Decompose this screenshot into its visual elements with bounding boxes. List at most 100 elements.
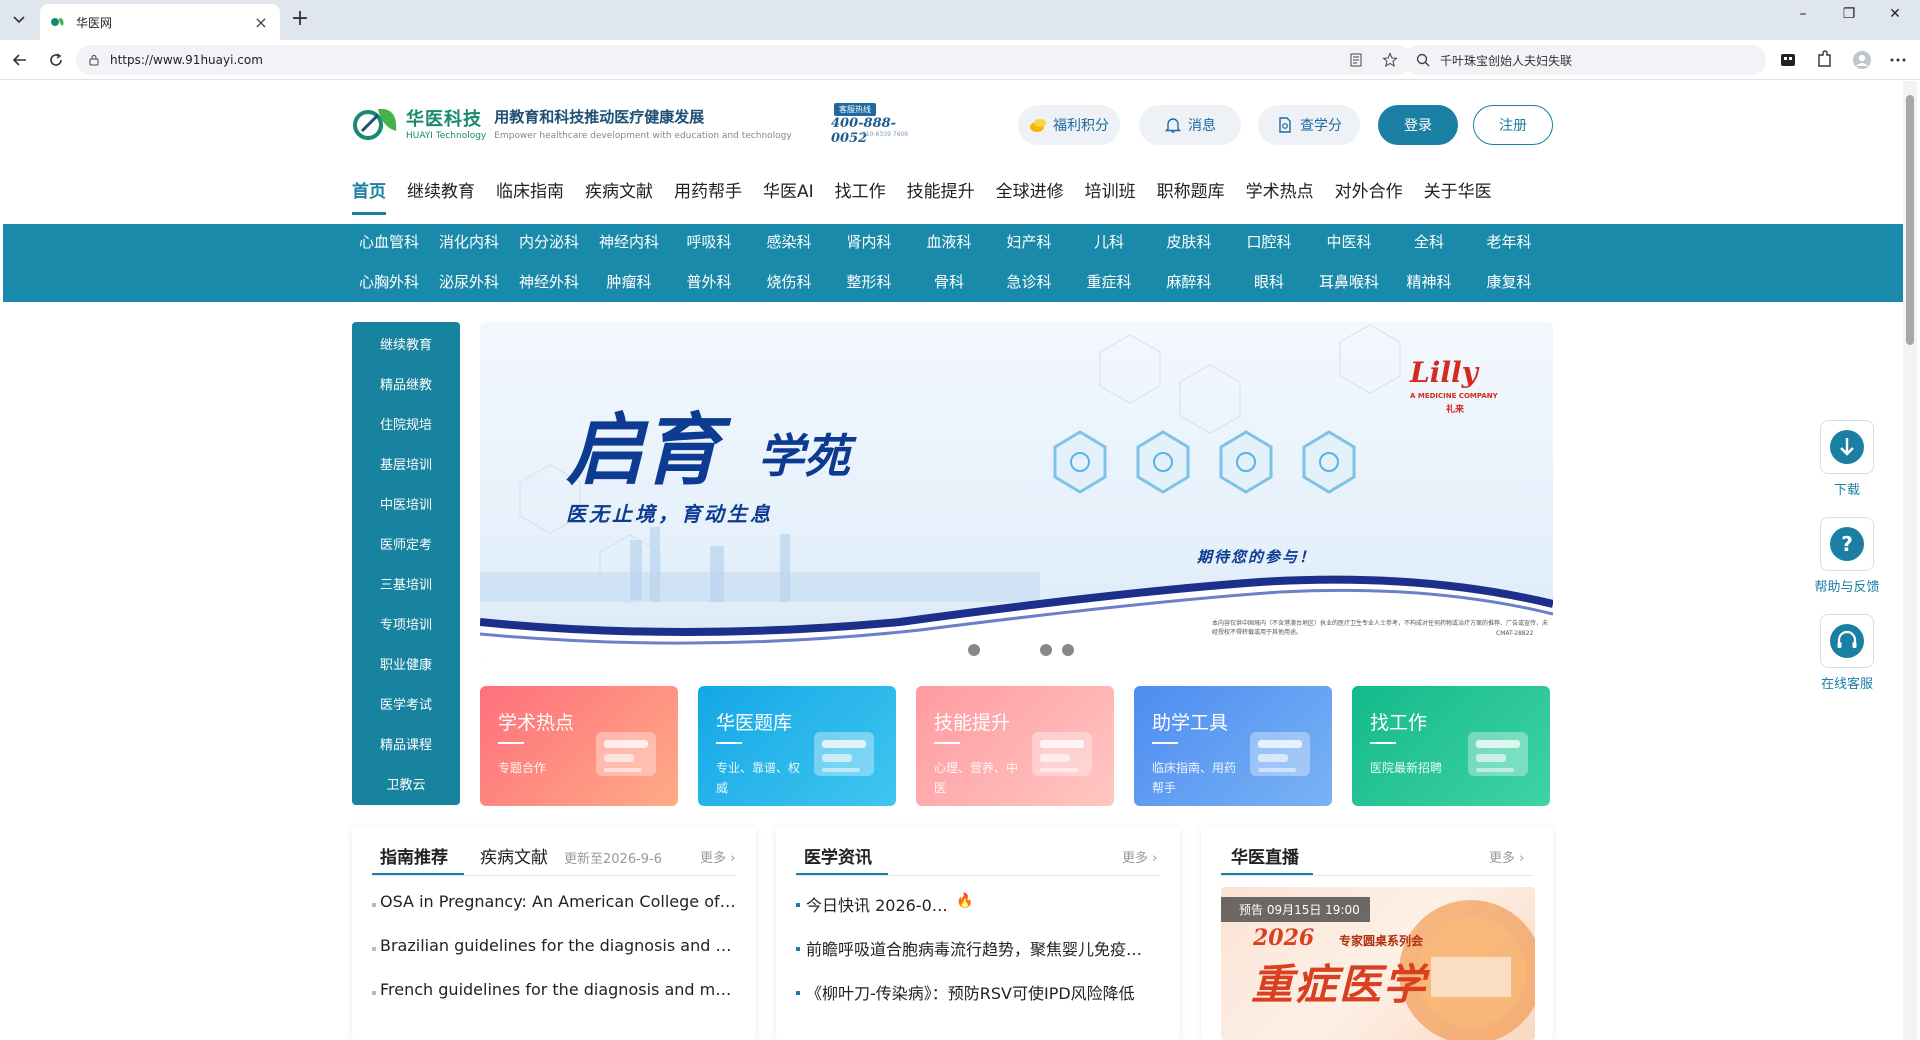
messages-button[interactable]: 消息 bbox=[1139, 105, 1241, 145]
department-link[interactable]: 口腔科 bbox=[1229, 231, 1309, 252]
online-service-button[interactable] bbox=[1820, 614, 1874, 668]
department-link[interactable]: 内分泌科 bbox=[509, 231, 589, 252]
side-menu-item[interactable]: 精品课程 bbox=[352, 734, 460, 753]
reload-button[interactable] bbox=[44, 48, 68, 72]
nav-item[interactable]: 职称题库 bbox=[1157, 179, 1225, 215]
carousel-dot[interactable] bbox=[990, 644, 1030, 656]
side-menu-item[interactable]: 医师定考 bbox=[352, 534, 460, 553]
news-more-link[interactable]: 更多 › bbox=[1122, 847, 1157, 866]
nav-item[interactable]: 对外合作 bbox=[1335, 179, 1403, 215]
feature-card[interactable]: 找工作 医院最新招聘 bbox=[1352, 686, 1550, 806]
department-link[interactable]: 耳鼻喉科 bbox=[1309, 271, 1389, 292]
department-link[interactable]: 中医科 bbox=[1309, 231, 1389, 252]
department-link[interactable]: 骨科 bbox=[909, 271, 989, 292]
nav-item[interactable]: 疾病文献 bbox=[585, 179, 653, 215]
collections-icon[interactable] bbox=[1778, 50, 1798, 70]
side-menu-item[interactable]: 专项培训 bbox=[352, 614, 460, 633]
department-link[interactable]: 重症科 bbox=[1069, 271, 1149, 292]
department-link[interactable]: 肾内科 bbox=[829, 231, 909, 252]
side-menu-item[interactable]: 职业健康 bbox=[352, 654, 460, 673]
news-list-item[interactable]: 今日快讯 2026-09-11 bbox=[806, 892, 956, 916]
feature-card[interactable]: 华医题库 专业、靠谱、权威 bbox=[698, 686, 896, 806]
profile-avatar-icon[interactable] bbox=[1852, 50, 1872, 70]
department-link[interactable]: 皮肤科 bbox=[1149, 231, 1229, 252]
guide-list-item[interactable]: OSA in Pregnancy: An American College of… bbox=[380, 892, 736, 911]
points-button[interactable]: 福利积分 bbox=[1018, 105, 1120, 145]
carousel-dot[interactable] bbox=[1040, 644, 1052, 656]
department-link[interactable]: 呼吸科 bbox=[669, 231, 749, 252]
reading-view-icon[interactable] bbox=[1348, 52, 1364, 68]
department-link[interactable]: 普外科 bbox=[669, 271, 749, 292]
department-link[interactable]: 眼科 bbox=[1229, 271, 1309, 292]
minimize-button[interactable]: – bbox=[1788, 6, 1818, 30]
download-button[interactable] bbox=[1820, 420, 1874, 474]
more-menu-icon[interactable] bbox=[1888, 50, 1908, 70]
page-scrollbar[interactable] bbox=[1903, 81, 1917, 1040]
feature-card[interactable]: 技能提升 心理、营养、中医 bbox=[916, 686, 1114, 806]
feature-card[interactable]: 学术热点 专题合作 bbox=[480, 686, 678, 806]
close-tab-icon[interactable]: × bbox=[252, 13, 270, 32]
side-menu-item[interactable]: 卫教云 bbox=[352, 774, 460, 793]
register-button[interactable]: 注册 bbox=[1473, 105, 1553, 145]
guide-more-link[interactable]: 更多 › bbox=[700, 847, 735, 866]
guide-list-item[interactable]: Brazilian guidelines for the diagnosis a… bbox=[380, 936, 736, 955]
tab-list-button[interactable] bbox=[6, 8, 32, 32]
login-button[interactable]: 登录 bbox=[1378, 105, 1458, 145]
department-link[interactable]: 康复科 bbox=[1469, 271, 1549, 292]
tab-disease-literature[interactable]: 疾病文献 bbox=[480, 843, 548, 868]
nav-item[interactable]: 首页 bbox=[352, 179, 386, 215]
nav-item[interactable]: 继续教育 bbox=[407, 179, 475, 215]
department-link[interactable]: 心血管科 bbox=[349, 231, 429, 252]
side-menu-item[interactable]: 三基培训 bbox=[352, 574, 460, 593]
guide-list-item[interactable]: French guidelines for the diagnosis and … bbox=[380, 980, 736, 999]
department-link[interactable]: 泌尿外科 bbox=[429, 271, 509, 292]
browser-search-field[interactable]: 千叶珠宝创始人夫妇失联 bbox=[1404, 45, 1766, 75]
department-link[interactable]: 麻醉科 bbox=[1149, 271, 1229, 292]
carousel-dot[interactable] bbox=[1062, 644, 1074, 656]
nav-item[interactable]: 找工作 bbox=[835, 179, 886, 215]
carousel-dot[interactable] bbox=[968, 644, 980, 656]
news-list-item[interactable]: 前瞻呼吸道合胞病毒流行趋势，聚焦婴儿免疫保护 bbox=[806, 936, 1156, 960]
nav-item[interactable]: 全球进修 bbox=[996, 179, 1064, 215]
live-poster[interactable]: 预告 09月15日 19:00 2026 专家圆桌系列会 重症医学 bbox=[1221, 887, 1535, 1040]
tab-huayi-live[interactable]: 华医直播 bbox=[1231, 843, 1299, 868]
restore-button[interactable]: ❐ bbox=[1834, 6, 1864, 30]
department-link[interactable]: 神经内科 bbox=[589, 231, 669, 252]
department-link[interactable]: 妇产科 bbox=[989, 231, 1069, 252]
scrollbar-thumb[interactable] bbox=[1906, 95, 1914, 345]
nav-item[interactable]: 临床指南 bbox=[496, 179, 564, 215]
check-credits-button[interactable]: 查学分 bbox=[1258, 105, 1360, 145]
department-link[interactable]: 整形科 bbox=[829, 271, 909, 292]
department-link[interactable]: 急诊科 bbox=[989, 271, 1069, 292]
site-logo[interactable]: 华医科技 HUAYI Technology 用教育和科技推动医疗健康发展 Emp… bbox=[352, 101, 792, 145]
feature-card[interactable]: 助学工具 临床指南、用药帮手 bbox=[1134, 686, 1332, 806]
side-menu-item[interactable]: 中医培训 bbox=[352, 494, 460, 513]
department-link[interactable]: 精神科 bbox=[1389, 271, 1469, 292]
tab-guide-recommend[interactable]: 指南推荐 bbox=[380, 843, 448, 868]
nav-item[interactable]: 用药帮手 bbox=[674, 179, 742, 215]
department-link[interactable]: 神经外科 bbox=[509, 271, 589, 292]
url-field[interactable]: https://www.91huayi.com bbox=[76, 45, 1412, 75]
back-button[interactable] bbox=[8, 48, 32, 72]
department-link[interactable]: 老年科 bbox=[1469, 231, 1549, 252]
favorite-star-icon[interactable] bbox=[1382, 52, 1398, 68]
department-link[interactable]: 全科 bbox=[1389, 231, 1469, 252]
new-tab-button[interactable]: + bbox=[288, 8, 312, 32]
side-menu-item[interactable]: 精品继教 bbox=[352, 374, 460, 393]
department-link[interactable]: 心胸外科 bbox=[349, 271, 429, 292]
side-menu-item[interactable]: 继续教育 bbox=[352, 334, 460, 353]
side-menu-item[interactable]: 住院规培 bbox=[352, 414, 460, 433]
department-link[interactable]: 消化内科 bbox=[429, 231, 509, 252]
extensions-icon[interactable] bbox=[1814, 50, 1834, 70]
nav-item[interactable]: 学术热点 bbox=[1246, 179, 1314, 215]
department-link[interactable]: 烧伤科 bbox=[749, 271, 829, 292]
department-link[interactable]: 肿瘤科 bbox=[589, 271, 669, 292]
browser-tab[interactable]: 华医网 × bbox=[40, 4, 280, 40]
nav-item[interactable]: 技能提升 bbox=[907, 179, 975, 215]
side-menu-item[interactable]: 基层培训 bbox=[352, 454, 460, 473]
news-list-item[interactable]: 《柳叶刀-传染病》：预防RSV可使IPD风险降低 bbox=[806, 980, 1156, 1004]
promo-banner[interactable]: 启育 学苑 医无止境，育动生息 期待您的参与！ Lilly A MEDICINE… bbox=[480, 322, 1553, 664]
department-link[interactable]: 儿科 bbox=[1069, 231, 1149, 252]
close-window-button[interactable]: ✕ bbox=[1880, 6, 1910, 30]
live-more-link[interactable]: 更多 › bbox=[1489, 847, 1524, 866]
